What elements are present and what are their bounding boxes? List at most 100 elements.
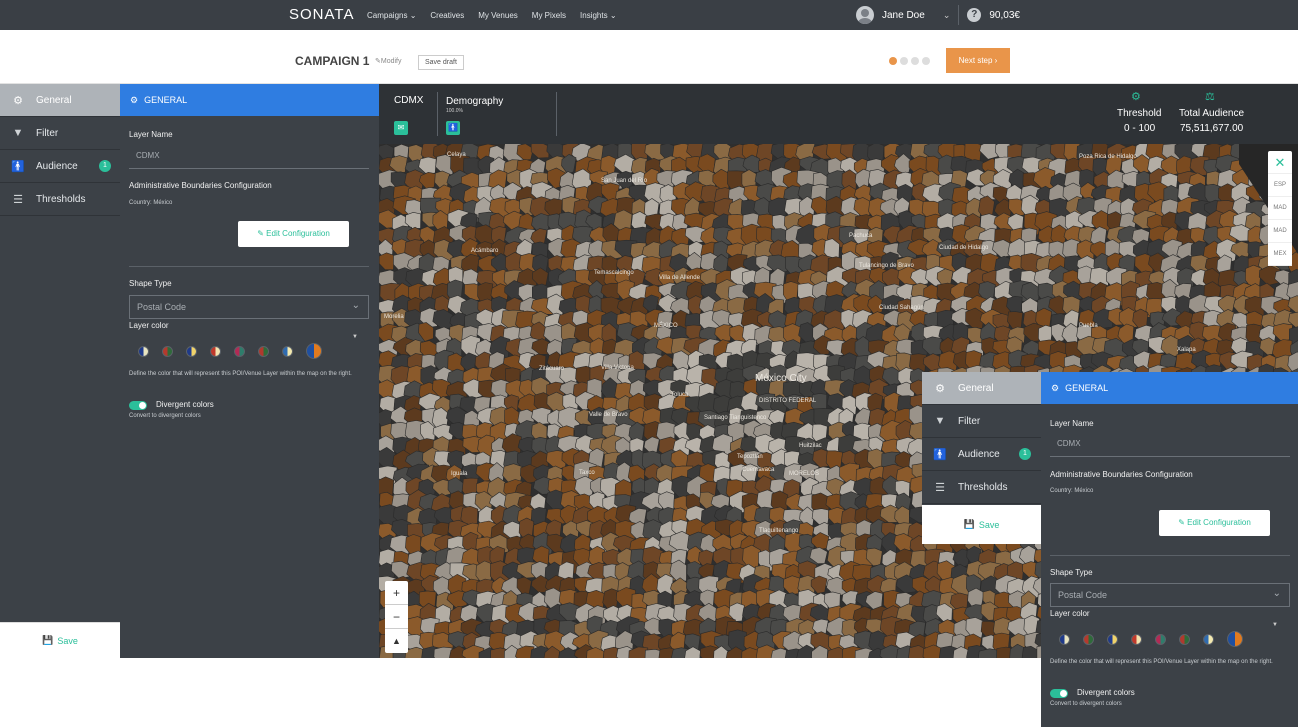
mail-icon[interactable]: ✉ [394,121,408,135]
color-hint: Define the color that will represent thi… [1050,659,1273,665]
chevron-down-icon: ⌄ [1272,588,1281,599]
map-label: MORELOS [789,471,819,477]
panel-header: ⚙ GENERAL [1041,372,1298,404]
demography-tab[interactable]: Demography [446,96,503,107]
panel-header: ⚙ GENERAL [120,84,379,116]
layer-name-input[interactable]: CDMX [1050,432,1290,457]
caret-down-icon: ▼ [1272,622,1278,628]
color-swatch[interactable] [1059,634,1070,645]
color-swatch[interactable] [138,346,149,357]
gear-icon: ⚙ [130,94,139,105]
nav-my-pixels[interactable]: My Pixels [532,11,566,20]
zoom-in-button[interactable]: + [385,581,408,605]
zoom-controls: + − ▲ [385,581,408,653]
gear-icon: ⚙ [13,94,23,107]
nav-campaigns[interactable]: Campaigns ⌄ [367,11,416,20]
tab-percentage: 100.0% [446,108,463,114]
chevron-down-icon[interactable]: ⌄ [943,10,951,21]
save-button[interactable]: 💾 Save [0,622,120,658]
color-swatch[interactable] [306,343,322,359]
map-label: Villa de Allende [659,275,701,281]
shape-type-select[interactable]: Postal Code ⌄ [129,295,369,319]
color-swatch[interactable] [1203,634,1214,645]
sidebar-item-general[interactable]: ⚙ General [0,84,120,117]
divider [556,92,557,136]
color-swatch[interactable] [1083,634,1094,645]
sidebar-item-thresholds[interactable]: ☰ Thresholds [922,471,1041,504]
color-swatches [1059,631,1243,647]
nav-insights[interactable]: Insights ⌄ [580,11,617,20]
help-icon[interactable]: ? [967,8,982,22]
color-swatch[interactable] [210,346,221,357]
sidebar-item-filter[interactable]: ▼ Filter [922,405,1041,438]
count-badge: 1 [99,160,111,172]
modify-link[interactable]: ✎Modify [375,57,402,65]
map-label: Huitzilac [799,443,822,449]
edit-configuration-button[interactable]: ✎ Edit Configuration [1159,510,1270,536]
close-icon[interactable]: ✕ [1268,151,1292,174]
map-label: Tepoztlán [737,454,763,460]
color-swatch[interactable] [1155,634,1166,645]
toolbar-item-esp[interactable]: ESP [1268,174,1292,197]
user-menu[interactable]: Jane Doe ⌄ ? 90,03€ [856,5,1020,25]
nav-links: Campaigns ⌄ Creatives My Venues My Pixel… [367,0,617,30]
save-draft-button[interactable]: Save draft [418,55,464,70]
caret-down-icon: ▼ [352,334,358,340]
layer-color-label: Layer color [1050,609,1090,618]
edit-configuration-button[interactable]: ✎ Edit Configuration [238,221,349,247]
divergent-label: Divergent colors [156,400,214,409]
campaign-title: CAMPAIGN 1 [295,54,370,68]
save-button[interactable]: 💾 Save [922,505,1041,544]
toolbar-item-mad[interactable]: MAD [1268,220,1292,243]
divergent-toggle[interactable] [129,401,147,410]
map-label: Zitácuaro [539,366,565,372]
next-step-button[interactable]: Next step › [946,48,1010,73]
map-label: Poza Rica de Hidalgo [1079,154,1137,160]
top-navbar: SONATA Campaigns ⌄ Creatives My Venues M… [0,0,1298,30]
sidebar-item-general[interactable]: ⚙ General [922,372,1041,405]
person-icon[interactable]: 🚹 [446,121,460,135]
color-swatch[interactable] [282,346,293,357]
sonata-logo[interactable]: SONATA [289,6,354,23]
step-dot [922,57,930,65]
nav-creatives[interactable]: Creatives [430,11,464,20]
user-name: Jane Doe [882,9,925,21]
shape-type-select[interactable]: Postal Code ⌄ [1050,583,1290,607]
divergent-toggle[interactable] [1050,689,1068,698]
color-swatch[interactable] [258,346,269,357]
step-dot [889,57,897,65]
color-swatch[interactable] [234,346,245,357]
sidebar-item-thresholds[interactable]: ☰ Thresholds [0,183,120,216]
threshold-icon: ⚙ [1131,91,1141,103]
toolbar-item-mex[interactable]: MEX [1268,243,1292,266]
sidebar-item-audience[interactable]: 🚹 Audience 1 [0,150,120,183]
sidebar-item-label: Filter [36,127,59,139]
sidebar-item-audience[interactable]: 🚹 Audience 1 [922,438,1041,471]
chevron-down-icon: ⌄ [351,300,360,311]
nav-my-venues[interactable]: My Venues [478,11,518,20]
divider [437,92,438,136]
color-swatch[interactable] [186,346,197,357]
color-swatch[interactable] [1131,634,1142,645]
color-swatch[interactable] [1107,634,1118,645]
map-label: México City [755,373,807,384]
sidebar-item-label: Thresholds [958,481,1008,493]
toolbar-item-mad[interactable]: MAD [1268,197,1292,220]
map-label: Villa Victoria [601,365,634,371]
color-swatch[interactable] [162,346,173,357]
map-label: Puebla [1079,323,1098,329]
map-label: Tlaquiltenango [759,528,799,534]
popup-general-panel: ⚙ GENERAL Layer Name CDMX Administrative… [1041,372,1298,727]
total-audience-value: 75,511,677.00 [1180,123,1244,134]
map-label: Iguala [451,471,468,477]
sidebar-item-filter[interactable]: ▼ Filter [0,117,120,150]
gear-icon: ⚙ [1051,382,1060,393]
floppy-icon: 💾 [963,519,975,529]
zoom-out-button[interactable]: − [385,605,408,629]
map-label: Temascalcingo [594,270,634,276]
layer-name-input[interactable]: CDMX [129,144,369,169]
color-swatch[interactable] [1227,631,1243,647]
compass-icon[interactable]: ▲ [385,629,408,653]
pencil-icon: ✎ [1178,518,1185,527]
color-swatch[interactable] [1179,634,1190,645]
